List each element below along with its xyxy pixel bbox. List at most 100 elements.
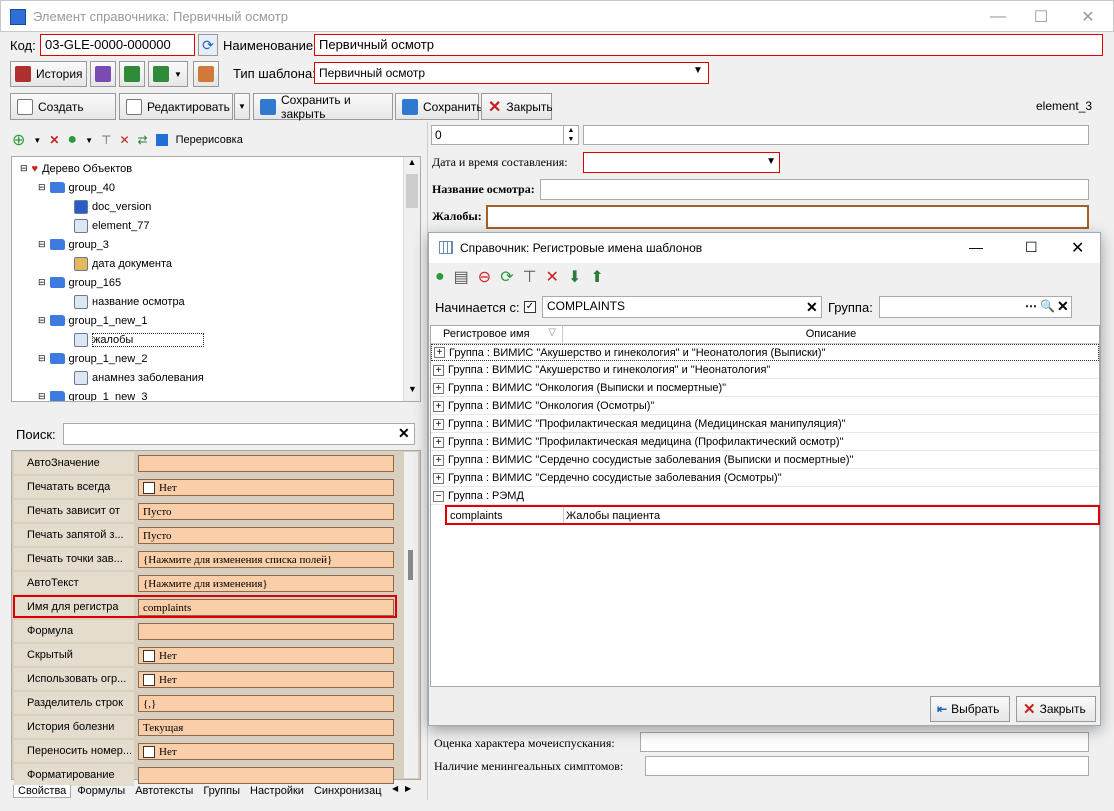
code-field[interactable]: 03-GLE-0000-000000: [40, 34, 195, 56]
edit-dropdown-button[interactable]: ▼: [234, 93, 250, 120]
chevron-down-icon[interactable]: ▼: [85, 136, 93, 145]
tree-item[interactable]: doc_version: [56, 198, 151, 215]
sql-button[interactable]: [90, 61, 116, 87]
scroll-up-icon[interactable]: ▲: [404, 157, 420, 174]
exam-name-field[interactable]: [540, 179, 1089, 200]
clear-search-icon[interactable]: ✕: [398, 425, 410, 442]
property-checkbox[interactable]: [143, 745, 155, 758]
tree-item[interactable]: дата документа: [56, 255, 172, 272]
filter-icon[interactable]: ⊤: [101, 133, 111, 147]
starts-with-checkbox[interactable]: ✓: [524, 301, 536, 313]
property-value[interactable]: Пусто: [138, 503, 394, 520]
properties-scrollbar[interactable]: [404, 452, 418, 778]
dialog-close-button[interactable]: ✕: [1071, 238, 1084, 258]
search-input[interactable]: [63, 423, 415, 445]
starts-with-input[interactable]: COMPLAINTS: [542, 296, 822, 318]
group-row[interactable]: + Группа : ВИМИС "Профилактическая медици…: [431, 416, 1099, 433]
bottom-tab[interactable]: Группы: [199, 785, 244, 797]
expanded-group-row[interactable]: − Группа : РЭМД: [431, 488, 1099, 505]
dialog-minimize-button[interactable]: —: [969, 239, 983, 255]
delete-icon[interactable]: ✕: [49, 133, 59, 147]
select-button[interactable]: ⇤ Выбрать: [930, 696, 1010, 722]
property-value[interactable]: Пусто: [138, 527, 394, 544]
tree-item[interactable]: ⊟ group_1_new_3: [38, 388, 147, 401]
group-row[interactable]: + Группа : ВИМИС "Сердечно сосудистые заб…: [431, 470, 1099, 487]
group-row[interactable]: + Группа : ВИМИС "Акушерство и гинекологи…: [431, 344, 1099, 361]
group-row[interactable]: + Группа : ВИМИС "Онкология (Выписки и по…: [431, 380, 1099, 397]
maximize-button[interactable]: ☐: [1018, 1, 1064, 33]
tabs-right-arrow-icon[interactable]: ▶: [405, 784, 411, 793]
template-type-select[interactable]: Первичный осмотр ▼: [314, 62, 709, 84]
expand-icon[interactable]: +: [433, 418, 444, 430]
filter-icon[interactable]: ⊤: [523, 267, 537, 287]
tree-item[interactable]: element_77: [56, 217, 150, 234]
clear-starts-with-icon[interactable]: ✕: [806, 299, 818, 316]
right-field-1[interactable]: [583, 125, 1089, 145]
expand-icon[interactable]: +: [433, 382, 444, 394]
group-row[interactable]: + Группа : ВИМИС "Онкология (Осмотры)": [431, 398, 1099, 415]
tree-item[interactable]: жалобы: [56, 331, 205, 348]
spin-buttons[interactable]: ▲ ▼: [563, 126, 578, 144]
urination-field[interactable]: [640, 732, 1089, 752]
tree-expander[interactable]: ⊟: [38, 391, 46, 401]
tree-item[interactable]: анамнез заболевания: [56, 369, 204, 386]
close-button[interactable]: ✕ Закрыть: [481, 93, 553, 120]
property-value[interactable]: {,}: [138, 695, 394, 712]
selected-row[interactable]: complaints Жалобы пациента: [445, 505, 1100, 525]
tree-item[interactable]: название осмотра: [56, 293, 185, 310]
collapse-icon[interactable]: −: [433, 490, 444, 502]
edit-icon-button[interactable]: [193, 61, 219, 87]
redraw-checkbox[interactable]: [155, 134, 168, 146]
tree-expander[interactable]: ⊟: [20, 163, 28, 174]
history-button[interactable]: История: [10, 61, 87, 87]
sql-import-icon[interactable]: ⬆: [590, 267, 603, 287]
column-header-reg-name[interactable]: Регистровое имя ▽: [431, 326, 563, 344]
scroll-down-icon[interactable]: ▼: [404, 384, 420, 401]
search-icon[interactable]: 🔍: [1040, 299, 1055, 313]
property-value[interactable]: Нет: [138, 479, 394, 496]
tree-item[interactable]: ⊟ group_165: [38, 274, 121, 291]
clear-filter-icon[interactable]: ✕: [119, 133, 129, 147]
chevron-down-icon[interactable]: ▼: [690, 65, 706, 81]
chevron-down-icon[interactable]: ▼: [33, 136, 41, 145]
property-value[interactable]: [138, 455, 394, 472]
bottom-tab[interactable]: Синхронизац: [310, 785, 386, 797]
dialog-maximize-button[interactable]: ☐: [1025, 239, 1038, 256]
bottom-tab[interactable]: Свойства: [13, 784, 72, 798]
dialog-close-action-button[interactable]: ✕ Закрыть: [1016, 696, 1096, 722]
property-checkbox[interactable]: [143, 481, 155, 494]
tree-expander[interactable]: ⊟: [38, 239, 46, 250]
save-button[interactable]: Сохранить: [395, 93, 483, 120]
date-select[interactable]: ▼: [583, 152, 780, 173]
tree-scrollbar[interactable]: ▲ ▼: [403, 157, 420, 401]
refresh-code-button[interactable]: ⟳: [198, 34, 218, 56]
tree-expander[interactable]: ⊟: [38, 277, 46, 288]
column-header-description[interactable]: Описание: [563, 326, 1099, 344]
group-row[interactable]: + Группа : ВИМИС "Акушерство и гинекологи…: [431, 362, 1099, 379]
complaints-field[interactable]: [486, 205, 1089, 229]
spin-input[interactable]: 0: [431, 125, 579, 145]
tree-item[interactable]: ⊟ group_1_new_2: [38, 350, 147, 367]
clear-filter-icon[interactable]: ✕: [546, 267, 559, 287]
close-window-button[interactable]: ✕: [1065, 1, 1111, 33]
meningeal-field[interactable]: [645, 756, 1089, 776]
minimize-button[interactable]: —: [975, 1, 1021, 33]
remove-icon[interactable]: ⊖: [478, 267, 491, 287]
add-icon[interactable]: ⊕: [12, 130, 25, 150]
bottom-tab[interactable]: Настройки: [246, 785, 308, 797]
name-field[interactable]: Первичный осмотр: [314, 34, 1103, 56]
property-value[interactable]: {Нажмите для изменения списка полей}: [138, 551, 394, 568]
play-icon[interactable]: ●: [67, 131, 77, 149]
expand-icon[interactable]: +: [433, 454, 444, 466]
scroll-thumb[interactable]: [406, 174, 418, 208]
tree-expander[interactable]: ⊟: [38, 182, 46, 193]
sync-icon[interactable]: ⇄: [138, 133, 148, 147]
property-checkbox[interactable]: [143, 649, 155, 662]
expand-icon[interactable]: +: [433, 436, 444, 448]
create-button[interactable]: Создать: [10, 93, 116, 120]
bottom-tab[interactable]: Формулы: [73, 785, 129, 797]
sql-export-icon[interactable]: ⬇: [568, 267, 581, 287]
tree-item[interactable]: ⊟ group_3: [38, 236, 109, 253]
add-icon[interactable]: ●: [435, 268, 445, 286]
edit-record-icon[interactable]: ▤: [454, 267, 469, 287]
